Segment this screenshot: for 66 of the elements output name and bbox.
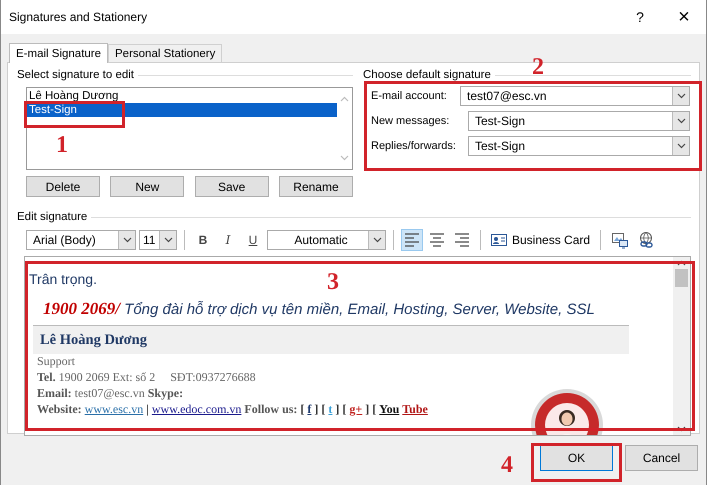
color-dropdown[interactable]: Automatic [267,230,386,250]
help-button[interactable]: ? [618,2,662,32]
hotline-text: 1900 2069/ [43,299,120,318]
chevron-down-icon [372,237,382,243]
chevron-down-icon [676,142,686,148]
dropdown[interactable]: test07@esc.vn [460,86,690,106]
link[interactable]: www.esc.vn [84,402,144,418]
size-dropdown[interactable]: 11 [139,230,177,250]
business-card-icon [491,234,507,246]
list-item[interactable]: Lê Hoàng Dương [27,89,337,103]
list-button[interactable]: Delete [26,176,100,197]
separator-text: [ [342,402,346,418]
close-button[interactable]: × [662,2,706,32]
business-card-button[interactable]: Business Card [488,229,594,251]
link[interactable]: Tube [402,402,428,418]
chevron-down-icon [676,118,686,124]
separator-text: ] [335,402,340,418]
tab[interactable]: Personal Stationery [108,44,222,62]
tagline-text: Tổng đài hỗ trợ dịch vụ tên miền, Email, Hosting, Server, Website, SSL [123,301,595,318]
field-label: New messages: [371,114,450,126]
window-title: Signatures and Stationery [9,10,148,24]
contact-text: Tel. 1900 2069 Ext: số 2 SĐT:0937276688 [37,370,257,386]
cancel-button[interactable]: Cancel [625,445,698,471]
picture-icon [611,231,630,249]
separator-text: [ [321,402,326,418]
separator-text: [ [300,402,304,418]
list-button[interactable]: New [110,176,184,197]
scroll-thumb[interactable] [675,269,688,287]
group-label: Select signature to edit [17,69,134,81]
list-button[interactable]: Save [194,176,269,197]
separator-text: | [146,402,149,418]
separator-text: [ [372,402,376,418]
contact-text: Email: test07@esc.vn Skype: [37,386,184,402]
chevron-down-icon [164,237,172,243]
chevron-down-icon [676,92,686,98]
step-number: 1 [56,133,68,157]
group-label: Choose default signature [363,69,491,81]
italic-button[interactable]: I [217,230,239,250]
field-label: Replies/forwards: [371,140,456,152]
greeting-text: Trân trọng. [29,271,97,287]
role-text: Support [37,354,76,370]
field-label: E-mail account: [371,90,447,102]
dropdown[interactable]: Test-Sign [468,110,690,130]
link[interactable]: f [307,402,312,418]
link[interactable]: www.edoc.com.vn [152,402,242,418]
list-item[interactable]: Test-Sign [27,103,337,117]
separator-text: ] [314,402,318,418]
list-button[interactable]: Rename [278,176,353,197]
link[interactable]: g+ [349,402,362,418]
align-left-button[interactable] [401,229,423,251]
step-number: 2 [532,55,544,79]
link[interactable]: You [379,402,400,418]
font-dropdown[interactable]: Arial (Body) [26,230,136,250]
chevron-down-icon [122,237,132,243]
tab[interactable]: E-mail Signature [9,43,108,63]
label-text: Follow us: [244,402,298,418]
separator-text: ] [365,402,370,418]
underline-button[interactable]: U [242,230,264,250]
name-text: Lê Hoàng Dương [40,332,147,348]
group-label: Edit signature [17,211,88,223]
bold-button[interactable]: B [192,230,214,250]
step-number: 4 [501,453,513,477]
ok-button[interactable]: OK [540,445,613,471]
step-number: 3 [327,270,339,294]
dropdown[interactable]: Test-Sign [468,136,690,156]
label-text: Website: [37,402,82,418]
